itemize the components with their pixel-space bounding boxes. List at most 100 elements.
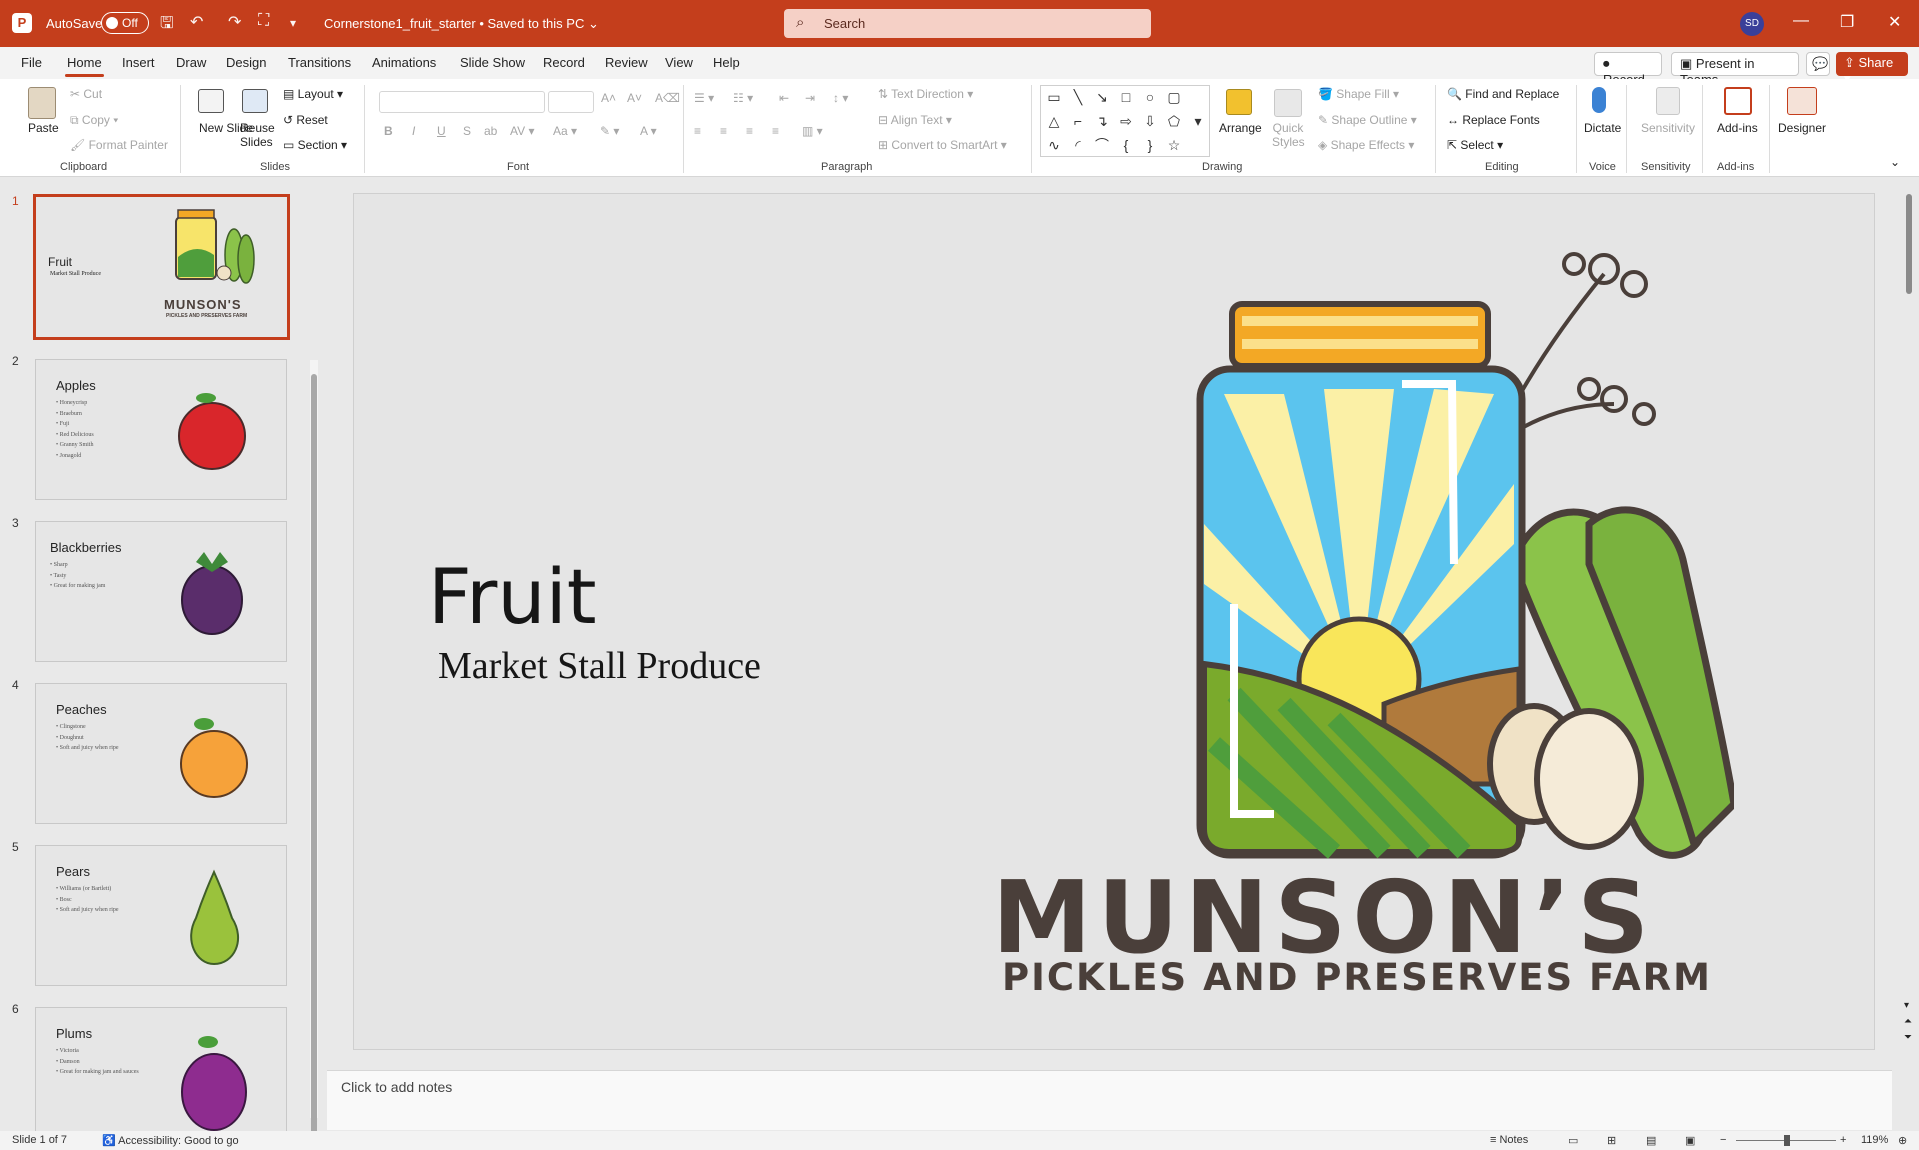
elbow-arrow-icon[interactable]: ↴ [1093,112,1111,130]
tab-review[interactable]: Review [605,55,648,70]
decrease-indent-icon[interactable]: ⇤ [779,91,789,105]
save-icon[interactable]: 🖫 [160,12,174,39]
tab-insert[interactable]: Insert [122,55,155,70]
comments-icon[interactable]: 💬 [1806,52,1830,76]
document-title[interactable]: Cornerstone1_fruit_starter • Saved to th… [324,16,599,32]
line-spacing-icon[interactable]: ↕ ▾ [833,91,848,105]
replace-fonts-button[interactable]: ↔ Replace Fonts [1447,113,1540,127]
right-arrow-shape-icon[interactable]: ⇨ [1117,112,1135,130]
shadow-icon[interactable]: ab [484,124,497,138]
slide-thumbnail-5[interactable]: Pears Williams (or Bartlett)BoscSoft and… [35,845,287,986]
format-painter-button[interactable]: 🖌 Format Painter [70,138,168,152]
new-slide-icon[interactable] [198,89,224,113]
search-box[interactable]: ⌕ Search [784,9,1151,38]
clear-format-icon[interactable]: A⌫ [655,91,680,105]
avatar[interactable]: SD [1740,12,1764,36]
slide-thumbnail-3[interactable]: Blackberries SharpTastyGreat for making … [35,521,287,662]
add-ins-button[interactable]: Add-ins [1717,121,1758,135]
bullets-icon[interactable]: ☰ ▾ [694,91,714,105]
slideshow-view-icon[interactable]: ▣ [1685,1134,1695,1147]
strikethrough-icon[interactable]: S [463,124,471,138]
left-brace-shape-icon[interactable]: { [1117,136,1135,154]
arrange-icon[interactable] [1226,89,1252,115]
zoom-out-icon[interactable]: − [1720,1134,1726,1146]
copy-button[interactable]: ⧉ Copy ▾ [70,113,118,128]
elbow-connector-icon[interactable]: ⌐ [1069,112,1087,130]
slide-thumbnail-2[interactable]: Apples HoneycrispBraeburnFujiRed Delicio… [35,359,287,500]
slide-scrollbar[interactable]: ▾ ⏶ ⏷ [1901,182,1917,1070]
tab-file[interactable]: File [21,55,42,70]
underline-icon[interactable]: U [437,124,446,138]
reset-button[interactable]: ↺ Reset [283,113,328,127]
text-direction-button[interactable]: ⇅ Text Direction ▾ [878,87,973,101]
shapes-gallery[interactable]: ▭ ╲ ↘ □ ○ ▢ △ ⌐ ↴ ⇨ ⇩ ⬠ ∿ ◜ ⌒ { } ☆ ▾ [1040,85,1210,157]
shape-outline-button[interactable]: ✎ Shape Outline ▾ [1318,113,1417,127]
triangle-shape-icon[interactable]: △ [1045,112,1063,130]
rounded-rect-shape-icon[interactable]: ▢ [1165,88,1183,106]
highlight-icon[interactable]: ✎ ▾ [600,124,619,138]
collapse-ribbon-icon[interactable]: ⌄ [1890,155,1900,169]
line-shape-icon[interactable]: ╲ [1069,88,1087,106]
undo-icon[interactable]: ↶ [190,12,203,32]
shape-fill-button[interactable]: 🪣 Shape Fill ▾ [1318,87,1399,101]
gallery-more-icon[interactable]: ▾ [1189,112,1207,130]
redo-icon[interactable]: ↷ [228,12,241,32]
tab-view[interactable]: View [665,55,693,70]
shape-effects-button[interactable]: ◈ Shape Effects ▾ [1318,138,1414,152]
slide-subtitle[interactable]: Market Stall Produce [438,644,761,688]
tab-transitions[interactable]: Transitions [288,55,351,70]
reading-view-icon[interactable]: ▤ [1646,1134,1656,1147]
designer-button[interactable]: Designer [1778,121,1826,135]
close-icon[interactable]: ✕ [1888,12,1901,32]
zoom-level[interactable]: 119% [1861,1134,1888,1146]
font-name-field[interactable] [379,91,545,113]
reuse-slides-icon[interactable] [242,89,268,113]
tab-draw[interactable]: Draw [176,55,206,70]
align-right-icon[interactable]: ≡ [746,124,753,138]
thumbnail-scrollbar[interactable] [310,360,318,1134]
arrow-line-shape-icon[interactable]: ↘ [1093,88,1111,106]
slide-thumbnail-6[interactable]: Plums VictoriaDamsonGreat for making jam… [35,1007,287,1134]
quick-styles-icon[interactable] [1274,89,1302,117]
rectangle-shape-icon[interactable]: □ [1117,88,1135,106]
columns-icon[interactable]: ▥ ▾ [802,124,823,138]
paste-button[interactable]: Paste [28,121,59,135]
tab-slide-show[interactable]: Slide Show [460,55,525,70]
increase-font-icon[interactable]: A˄ [601,91,616,105]
sensitivity-icon[interactable] [1656,87,1680,115]
textbox-shape-icon[interactable]: ▭ [1045,88,1063,106]
tab-design[interactable]: Design [226,55,266,70]
zoom-in-icon[interactable]: + [1840,1134,1846,1146]
notes-pane[interactable]: Click to add notes [327,1070,1892,1130]
notes-toggle-button[interactable]: ≡ Notes [1490,1134,1528,1146]
select-button[interactable]: ⇱ Select ▾ [1447,138,1503,152]
layout-button[interactable]: ▤ Layout ▾ [283,87,343,101]
tab-help[interactable]: Help [713,55,740,70]
present-from-start-icon[interactable]: ⛶ [258,12,269,30]
convert-smartart-button[interactable]: ⊞ Convert to SmartArt ▾ [878,138,1007,152]
accessibility-status[interactable]: ♿ Accessibility: Good to go [102,1134,239,1147]
arc-shape-icon[interactable]: ◜ [1069,136,1087,154]
designer-icon[interactable] [1787,87,1817,115]
scroll-down-icon[interactable]: ▾ [1904,1000,1909,1011]
zoom-slider-thumb[interactable] [1784,1135,1790,1146]
record-button[interactable]: ⏺ Record [1594,52,1662,87]
paste-icon[interactable] [28,87,56,119]
freeform-shape-icon[interactable]: ∿ [1045,136,1063,154]
normal-view-icon[interactable]: ▭ [1568,1134,1578,1147]
slide-thumbnail-4[interactable]: Peaches ClingstoneDoughnutSoft and juicy… [35,683,287,824]
decrease-font-icon[interactable]: A˅ [627,91,642,105]
tab-animations[interactable]: Animations [372,55,436,70]
customize-qat-icon[interactable]: ▾ [290,16,296,30]
slide-sorter-icon[interactable]: ⊞ [1607,1134,1616,1147]
star-shape-icon[interactable]: ☆ [1165,136,1183,154]
char-spacing-icon[interactable]: AV ▾ [510,124,534,138]
dictate-button[interactable]: Dictate [1584,121,1621,135]
microphone-icon[interactable] [1592,87,1606,113]
increase-indent-icon[interactable]: ⇥ [805,91,815,105]
quick-styles-button[interactable]: Quick Styles [1272,121,1305,149]
tab-home[interactable]: Home [65,55,104,77]
autosave-toggle[interactable]: Off [101,12,149,34]
minimize-icon[interactable]: — [1793,12,1809,30]
restore-icon[interactable]: ❐ [1840,12,1854,32]
